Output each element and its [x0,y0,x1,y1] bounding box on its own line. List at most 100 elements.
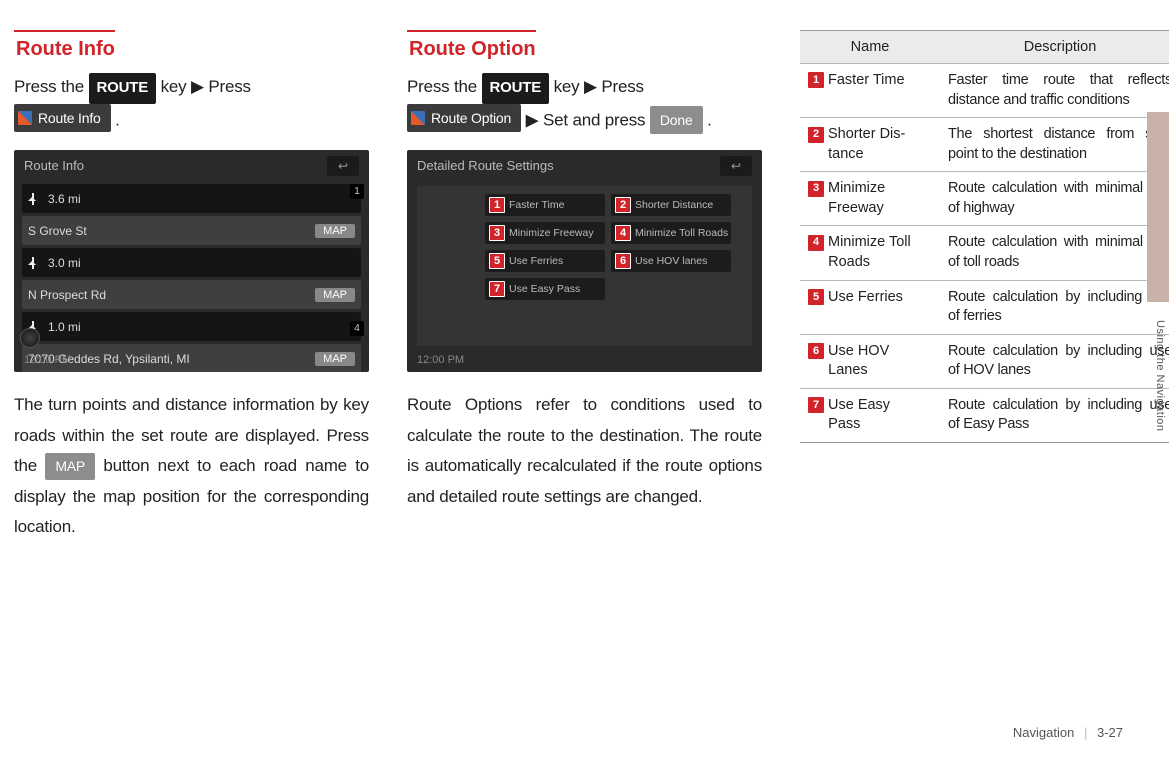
options-table: Name Description 1Faster Time Faster tim… [800,30,1169,443]
back-icon: ↩ [327,156,359,176]
route-key: ROUTE [482,73,550,104]
label: Minimize Toll Roads [635,227,728,239]
compass-icon [20,328,40,348]
num-badge: 4 [808,235,824,251]
col-route-option: Route Option Press the ROUTE key ▶ Press… [407,30,762,543]
instruction-route-option: Press the ROUTE key ▶ Press Route Option… [407,71,762,136]
opt-desc: Route calculation by including use of HO… [940,334,1169,388]
text: key ▶ Press [161,77,251,96]
opt-min-freeway: 3 Minimize Freeway [485,222,605,244]
callout-7: 7 [489,281,505,297]
shot-title: Route Info [24,158,84,173]
text: key ▶ Press [554,77,644,96]
callout-3: 3 [489,225,505,241]
opt-desc: Route calculation by including use of fe… [940,280,1169,334]
label: Use Ferries [509,255,563,267]
back-icon: ↩ [720,156,752,176]
footer-page: 3-27 [1097,725,1123,740]
label: Faster Time [509,199,564,211]
pager-up: 1 [350,184,364,199]
label: Use HOV lanes [635,255,707,267]
num-badge: 6 [808,343,824,359]
callout-4: 4 [615,225,631,241]
route-info-list: 3.6 mi S Grove StMAP 3.0 mi N Prospect R… [22,184,361,372]
footer-separator: | [1078,725,1093,740]
text: Press the [14,77,89,96]
clock: 12:00 PM [417,354,464,366]
opt-name: Faster Time [828,72,905,88]
opt-desc: Faster time route that reflects distance… [940,64,1169,118]
clock: 12:00 PM [24,354,71,366]
route-row: 3.6 mi [22,184,361,213]
route-row: S Grove StMAP [22,216,361,245]
section-title-route-info: Route Info [14,30,115,61]
num-badge: 7 [808,397,824,413]
page-columns: Route Info Press the ROUTE key ▶ Press R… [0,0,1169,543]
opt-name: Use Ferries [828,289,903,305]
table-row: 7Use Easy Pass Route calculation by incl… [800,388,1169,442]
callout-5: 5 [489,253,505,269]
opt-easy-pass: 7 Use Easy Pass [485,278,605,300]
distance: 3.0 mi [48,256,108,270]
pager: 1 4 [350,184,364,336]
route-option-icon [411,111,425,125]
map-button: MAP [315,352,355,366]
shot-title: Detailed Route Settings [417,158,554,173]
num-badge: 3 [808,181,824,197]
route-info-label: Route Info [38,105,101,132]
distance: 1.0 mi [48,320,108,334]
col-route-info: Route Info Press the ROUTE key ▶ Press R… [14,30,369,543]
paragraph-route-option: Route Options refer to conditions used t… [407,390,762,512]
route-row: 7070 Geddes Rd, Ypsilanti, MIMAP [22,344,361,372]
callout-1: 1 [489,197,505,213]
road-name: S Grove St [28,224,315,238]
callout-2: 2 [615,197,631,213]
table-row: 4Minimize Toll Roads Route calculation w… [800,226,1169,280]
route-row: 3.0 mi [22,248,361,277]
opt-desc: The shortest distance from start point t… [940,118,1169,172]
opt-min-toll: 4 Minimize Toll Roads [611,222,731,244]
text: . [115,110,120,129]
col-options-table: Name Description 1Faster Time Faster tim… [800,30,1169,543]
side-section-label: Using the Navigation [1154,320,1166,432]
opt-desc: Route calculation with minimal use of to… [940,226,1169,280]
pager-down: 4 [350,321,364,336]
route-option-label: Route Option [431,105,511,132]
table-row: 1Faster Time Faster time route that refl… [800,64,1169,118]
done-key: Done [650,106,703,135]
table-row: 6Use HOV Lanes Route calculation by incl… [800,334,1169,388]
side-tab [1147,112,1169,302]
table-row: 3Minimize Freeway Route calculation with… [800,172,1169,226]
text: Press the [407,77,482,96]
opt-desc: Route calculation with minimal use of hi… [940,172,1169,226]
map-key: MAP [45,453,95,480]
text: ▶ Set and press [526,110,650,129]
settings-grid: 1 Faster Time 2Shorter Distance 3 Minimize… [485,194,731,300]
page-footer: Navigation | 3-27 [1013,725,1123,740]
num-badge: 2 [808,127,824,143]
opt-desc: Route calculation by including use of Ea… [940,388,1169,442]
turn-icon [28,257,40,269]
distance: 3.6 mi [48,192,108,206]
num-badge: 1 [808,72,824,88]
footer-section: Navigation [1013,725,1074,740]
screenshot-route-info: Route Info ↩ 3.6 mi S Grove StMAP 3.0 mi… [14,150,369,372]
route-info-key: Route Info [14,104,111,133]
th-name: Name [800,31,940,64]
route-row: 1.0 mi [22,312,361,341]
opt-hov: 6 Use HOV lanes [611,250,731,272]
opt-shorter-distance: 2Shorter Distance [611,194,731,216]
turn-icon [28,193,40,205]
instruction-route-info: Press the ROUTE key ▶ Press Route Info . [14,71,369,136]
callout-6: 6 [615,253,631,269]
opt-faster-time: 1 Faster Time [485,194,605,216]
label: Use Easy Pass [509,283,580,295]
paragraph-route-info: The turn points and distance information… [14,390,369,543]
label: Minimize Freeway [509,227,594,239]
road-name: N Prospect Rd [28,288,315,302]
opt-ferries: 5 Use Ferries [485,250,605,272]
route-option-key: Route Option [407,104,521,133]
th-desc: Description [940,31,1169,64]
text: . [707,110,712,129]
screenshot-route-option: Detailed Route Settings ↩ Done 1Faster T… [407,150,762,372]
